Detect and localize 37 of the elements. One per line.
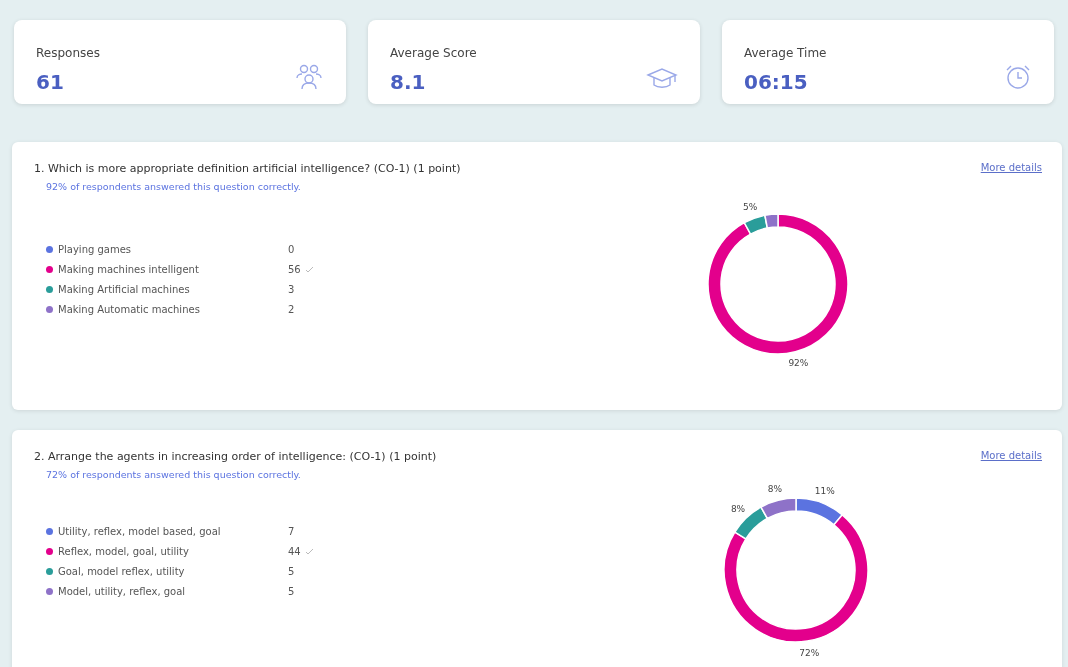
option-label: Playing games bbox=[58, 244, 133, 255]
people-icon bbox=[294, 64, 324, 90]
stat-value: 8.1 bbox=[390, 70, 427, 94]
correct-summary: 72% of respondents answered this question correctly. bbox=[46, 469, 302, 480]
stat-label: Responses bbox=[36, 46, 100, 60]
stat-label: Average Score bbox=[390, 46, 477, 60]
option-count: 2 bbox=[288, 304, 295, 315]
data-label: 11% bbox=[814, 486, 835, 497]
graduation-cap-icon bbox=[646, 68, 678, 90]
question-title: 2. Arrange the agents in increasing order of intelligence: (CO-1) (1 point) bbox=[34, 450, 437, 463]
correct-summary: 92% of respondents answered this question correctly. bbox=[46, 181, 302, 192]
stat-label: Average Time bbox=[744, 46, 827, 60]
more-details-link[interactable]: More details bbox=[980, 450, 1042, 480]
option-count: 7 bbox=[288, 526, 295, 537]
option-label: Making machines intelligent bbox=[58, 264, 200, 275]
option-label: Utility, reflex, model based, goal bbox=[58, 526, 222, 537]
option-label: Making Automatic machines bbox=[58, 304, 201, 315]
data-label: 72% bbox=[799, 647, 820, 658]
alarm-clock-icon bbox=[1004, 64, 1032, 90]
option-label: Making Artificial machines bbox=[58, 284, 191, 295]
option-count: 3 bbox=[288, 284, 295, 295]
option-count: 5 bbox=[288, 566, 295, 577]
option-count: 44 bbox=[288, 546, 301, 557]
option-label: Reflex, model, goal, utility bbox=[58, 546, 190, 557]
more-details-link[interactable]: More details bbox=[980, 162, 1042, 192]
question-title: 1. Which is more appropriate definition artificial intelligence? (CO-1) (1 point) bbox=[34, 162, 461, 175]
data-label: 5% bbox=[743, 201, 758, 212]
option-count: 0 bbox=[288, 244, 295, 255]
stat-value: 06:15 bbox=[744, 70, 809, 94]
option-count: 5 bbox=[288, 586, 295, 597]
option-count: 56 bbox=[288, 264, 301, 275]
option-label: Goal, model reflex, utility bbox=[58, 566, 186, 577]
data-label: 8% bbox=[730, 504, 746, 515]
data-label: 92% bbox=[788, 358, 809, 369]
data-label: 8% bbox=[767, 483, 783, 494]
option-label: Model, utility, reflex, goal bbox=[58, 586, 187, 597]
stat-value: 61 bbox=[36, 70, 65, 94]
